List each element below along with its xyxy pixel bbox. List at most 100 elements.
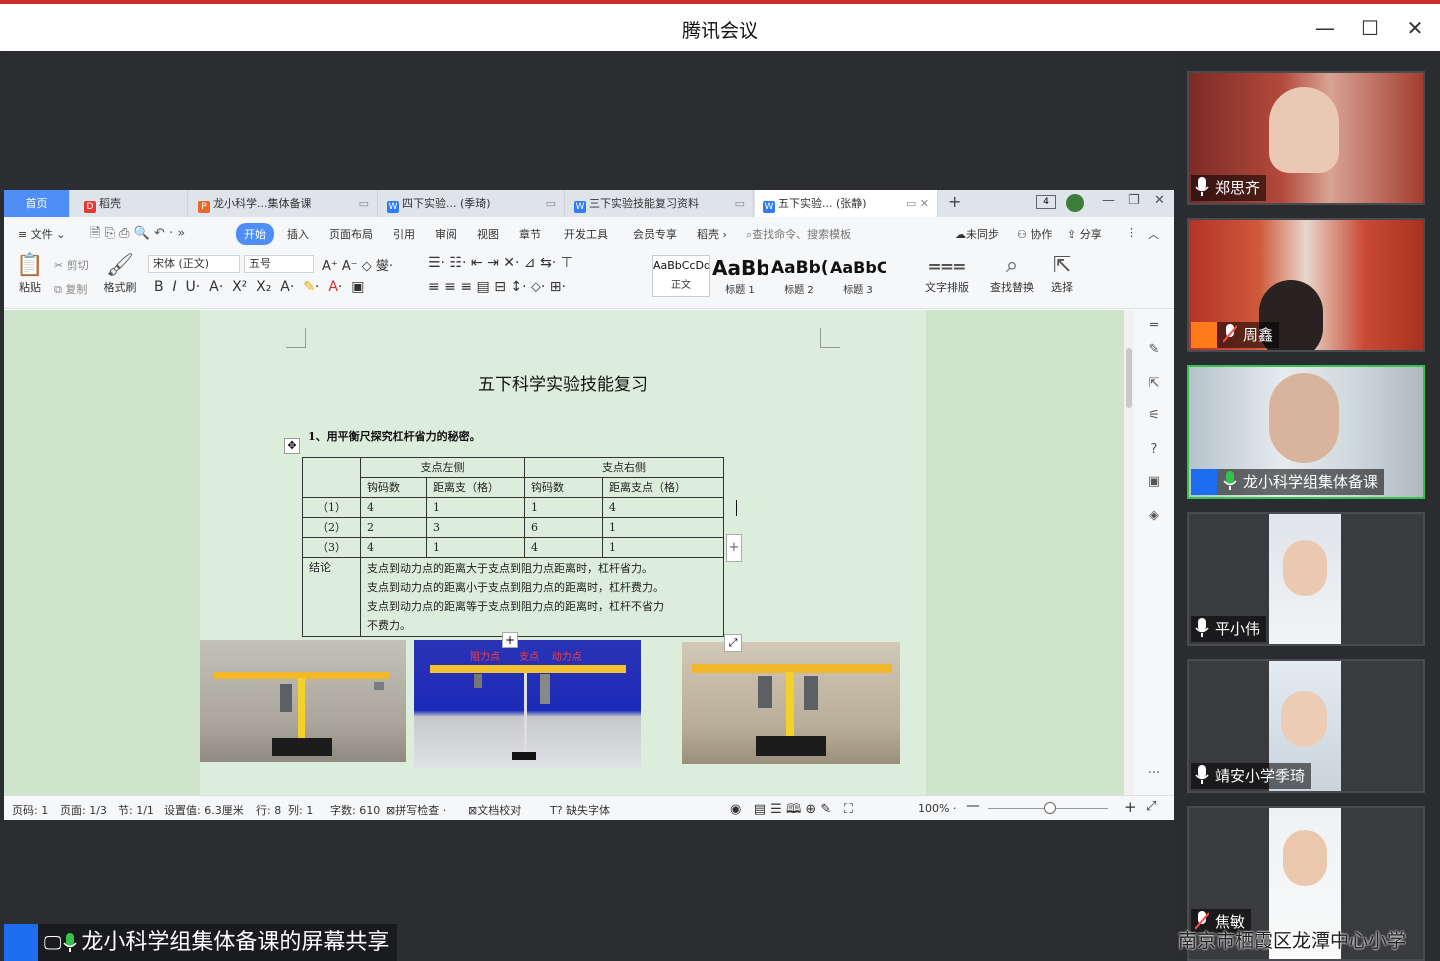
style-label: 标题 2	[784, 285, 814, 296]
ribbon: 📋 粘贴 ✂ 剪切 ⧉ 复制 🖌 格式刷 宋体 (正文) 五号 A⁺ A⁻ ◇ 燮·…	[4, 249, 1174, 309]
zoom-slider-thumb[interactable]	[1044, 802, 1056, 814]
tab-close-icon[interactable]: ▭ ✕	[906, 190, 929, 217]
wps-minimize-icon[interactable]: —	[1102, 193, 1115, 208]
tab-screen-icon[interactable]: ▭	[359, 190, 369, 217]
quick-toolbar-icons[interactable]: 🗎 ⎘ ⎙ 🔍 ↶ · »	[90, 224, 185, 246]
table-cell: （1）	[302, 497, 361, 518]
paragraph-tools-top[interactable]: ☰· ☷· ⇤ ⇥ ✕· ⊿ ⇆· ⊤	[428, 255, 573, 271]
document-page[interactable]: 五下科学实验技能复习 1、用平衡尺探究杠杆省力的秘密。 ✥ 支点左侧 支点右侧 …	[200, 310, 926, 795]
menu-daoke[interactable]: 稻壳 ›	[697, 226, 727, 242]
more-icon[interactable]: ⋮	[1126, 226, 1137, 239]
missing-font-button[interactable]: T? 缺失字体	[550, 802, 610, 818]
copy-button[interactable]: ⧉ 复制	[54, 281, 87, 297]
tab-doc-grade3[interactable]: W 三下实验技能复习资料 ▭	[566, 190, 754, 217]
tab-screen-icon[interactable]: ▭	[546, 190, 556, 217]
view-mode-icons[interactable]: ◉ ▤ ☰ 🕮 ⊕ ✎ ⛶	[730, 800, 853, 822]
location-icon[interactable]: ◈	[1146, 508, 1162, 524]
find-replace-button[interactable]: ⌕ 查找替换	[984, 253, 1040, 295]
add-column-button[interactable]: +	[726, 534, 742, 562]
menu-view[interactable]: 视图	[477, 226, 499, 242]
menu-file[interactable]: ≡ 文件 ⌄	[18, 226, 65, 242]
menu-start[interactable]: 开始	[236, 223, 274, 245]
style-heading-1[interactable]: AaBb 标题 1	[712, 255, 768, 297]
menu-page-layout[interactable]: 页面布局	[329, 226, 373, 242]
paragraph-tools-bottom[interactable]: ≡ ≡ ≡ ▤ ⊟ ↕· ⬦· ⊞·	[428, 279, 566, 295]
command-search[interactable]: ⌕查找命令、搜索模板	[746, 226, 851, 242]
menu-chapter[interactable]: 章节	[519, 226, 541, 242]
tab-daoke[interactable]: D 稻壳	[76, 190, 188, 217]
wps-close-icon[interactable]: ✕	[1154, 193, 1165, 208]
participant-tile-active[interactable]: 龙小科学组集体备课	[1187, 365, 1425, 499]
collapse-ribbon-icon[interactable]: ︿	[1148, 226, 1159, 242]
menu-review[interactable]: 审阅	[435, 226, 457, 242]
spell-check-button[interactable]: ⊠拼写检查 ·	[386, 802, 446, 818]
balance-photo-right[interactable]	[682, 642, 900, 764]
image-icon[interactable]: ▣	[1146, 474, 1162, 490]
vertical-scrollbar[interactable]	[1124, 310, 1134, 795]
share-button[interactable]: ⇪ 分享	[1067, 226, 1102, 242]
add-row-button[interactable]: +	[502, 632, 518, 648]
table-move-handle[interactable]: ✥	[284, 438, 300, 454]
font-format-tools[interactable]: B I U· A· X² X₂ A· ✎· A· ▣	[154, 279, 364, 295]
more-tools-icon[interactable]: ···	[1146, 766, 1162, 782]
zoom-select[interactable]: 100% ·	[918, 802, 956, 815]
tab-screen-icon[interactable]: ▭	[735, 190, 745, 217]
table-cell: 4	[360, 497, 427, 518]
select-button[interactable]: ⇱ 选择	[1044, 253, 1080, 295]
tab-doc-group[interactable]: P 龙小科学...集体备课 ▭	[190, 190, 378, 217]
menu-insert[interactable]: 插入	[287, 226, 309, 242]
participant-tile[interactable]: 周鑫	[1187, 218, 1425, 352]
tab-doc-grade5[interactable]: W 五下实验... (张静) ▭ ✕	[755, 190, 938, 217]
cut-button[interactable]: ✂ 剪切	[54, 257, 89, 273]
scrollbar-thumb[interactable]	[1126, 348, 1132, 408]
status-row[interactable]: 行: 8	[256, 802, 281, 818]
collab-button[interactable]: ⚇ 协作	[1017, 226, 1052, 242]
zoom-in-icon[interactable]: +	[1124, 798, 1137, 816]
proofread-button[interactable]: ⊠文档校对	[468, 802, 521, 818]
font-name-select[interactable]: 宋体 (正文)	[148, 255, 240, 273]
share-icon: ⇪	[1067, 228, 1080, 241]
menu-member[interactable]: 会员专享	[633, 226, 677, 242]
status-section[interactable]: 节: 1/1	[118, 802, 154, 818]
new-tab-icon[interactable]: +	[948, 192, 961, 211]
fullscreen-icon[interactable]: ⤢	[1146, 799, 1156, 814]
sync-status[interactable]: ☁未同步	[955, 226, 999, 242]
style-normal[interactable]: AaBbCcDd 正文	[652, 255, 710, 297]
help-icon[interactable]: ?	[1146, 442, 1162, 458]
pointer-icon[interactable]: ⇱	[1146, 376, 1162, 392]
wps-restore-icon[interactable]: ❐	[1128, 193, 1140, 208]
font-size-select[interactable]: 五号	[244, 255, 314, 273]
status-pages[interactable]: 页面: 1/3	[60, 802, 107, 818]
menu-developer[interactable]: 开发工具	[564, 226, 608, 242]
tab-home[interactable]: 首页	[4, 190, 70, 217]
font-size-tools[interactable]: A⁺ A⁻ ◇ 燮·	[322, 255, 393, 274]
status-setting[interactable]: 设置值: 6.3厘米	[164, 802, 244, 818]
participant-tile[interactable]: 郑思齐	[1187, 71, 1425, 205]
text-layout-button[interactable]: ⩶ 文字排版	[924, 253, 970, 295]
layout-icon[interactable]: 4	[1036, 195, 1056, 209]
tab-doc-grade4[interactable]: W 四下实验... (季琦) ▭	[379, 190, 565, 217]
avatar[interactable]	[1066, 194, 1084, 212]
resize-handle-icon[interactable]: ⤢	[724, 634, 742, 652]
status-words[interactable]: 字数: 610	[330, 802, 380, 818]
collapse-panel-icon[interactable]: ═	[1146, 318, 1162, 334]
status-col[interactable]: 列: 1	[288, 802, 313, 818]
participant-tile[interactable]: 平小伟	[1187, 512, 1425, 646]
maximize-icon[interactable]: ☐	[1355, 13, 1385, 43]
table-cell: 4	[524, 537, 603, 558]
zoom-out-icon[interactable]: —	[966, 798, 980, 814]
paste-button[interactable]: 📋 粘贴	[14, 253, 46, 295]
edit-icon[interactable]: ✎	[1146, 342, 1162, 358]
participant-tile[interactable]: 靖安小学季琦	[1187, 659, 1425, 793]
close-icon[interactable]: ✕	[1400, 13, 1430, 43]
balance-photo-left[interactable]	[200, 640, 406, 762]
document-tab-bar: 首页 D 稻壳 P 龙小科学...集体备课 ▭ W 四下实验... (季琦) ▭ W 三下实…	[4, 190, 1174, 217]
style-heading-3[interactable]: AaBbC 标题 3	[830, 255, 886, 297]
minimize-icon[interactable]: —	[1310, 13, 1340, 43]
menu-reference[interactable]: 引用	[393, 226, 415, 242]
status-page-no[interactable]: 页码: 1	[12, 802, 48, 818]
balance-photo-center[interactable]: 阻力点 支点 动力点	[414, 640, 641, 768]
settings-sliders-icon[interactable]: ⚟	[1146, 408, 1162, 424]
style-heading-2[interactable]: AaBb(标题 2	[771, 255, 827, 297]
format-painter-button[interactable]: 🖌 格式刷	[102, 253, 138, 295]
